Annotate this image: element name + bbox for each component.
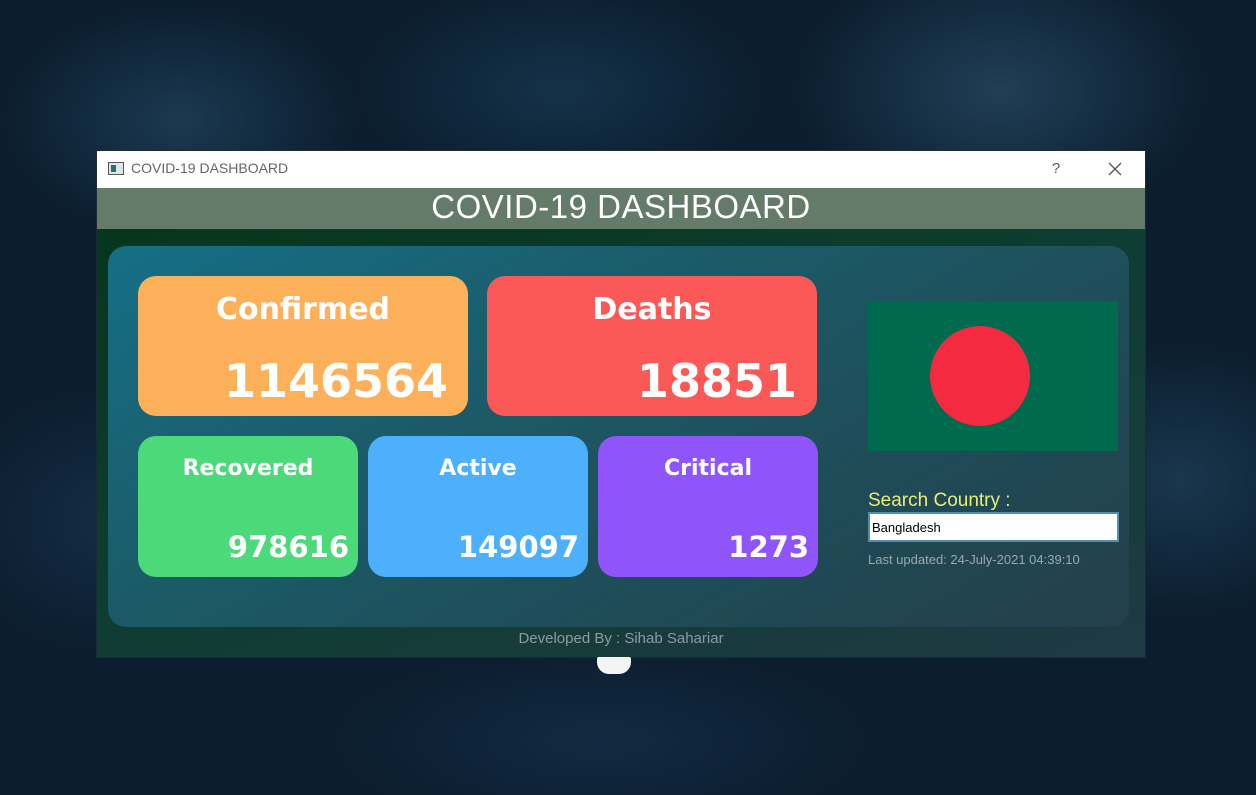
deaths-label: Deaths — [592, 292, 712, 327]
country-flag — [868, 301, 1118, 451]
search-country-label: Search Country : — [868, 490, 1011, 511]
title-bar[interactable]: COVID-19 DASHBOARD ? — [97, 151, 1145, 188]
flag-disc — [930, 326, 1030, 426]
critical-card: Critical 1273 — [598, 436, 818, 577]
close-icon — [1108, 162, 1122, 176]
window-title: COVID-19 DASHBOARD — [131, 160, 289, 176]
mouse-cursor — [597, 657, 631, 674]
critical-value: 1273 — [728, 530, 809, 564]
dashboard-window: COVID-19 DASHBOARD ? COVID-19 DASHBOARD … — [97, 151, 1145, 657]
search-country-input[interactable] — [868, 512, 1119, 542]
deaths-card: Deaths 18851 — [487, 276, 817, 416]
developer-credit: Developed By : Sihab Sahariar — [518, 630, 724, 647]
confirmed-label: Confirmed — [215, 292, 391, 327]
recovered-card: Recovered 978616 — [138, 436, 358, 577]
recovered-value: 978616 — [227, 530, 349, 564]
app-icon — [108, 162, 124, 175]
critical-label: Critical — [663, 456, 753, 481]
recovered-label: Recovered — [182, 456, 314, 481]
dashboard-header: COVID-19 DASHBOARD — [97, 188, 1145, 229]
deaths-value: 18851 — [636, 354, 797, 408]
dashboard-body: Confirmed 1146564 Deaths 18851 Recovered… — [97, 229, 1145, 657]
help-button[interactable]: ? — [1044, 157, 1068, 181]
active-card: Active 149097 — [368, 436, 588, 577]
stats-panel: Confirmed 1146564 Deaths 18851 Recovered… — [108, 246, 1129, 627]
active-label: Active — [439, 456, 517, 481]
confirmed-card: Confirmed 1146564 — [138, 276, 468, 416]
confirmed-value: 1146564 — [223, 354, 448, 408]
close-button[interactable] — [1101, 155, 1129, 183]
active-value: 149097 — [457, 530, 579, 564]
last-updated-text: Last updated: 24-July-2021 04:39:10 — [868, 552, 1080, 567]
